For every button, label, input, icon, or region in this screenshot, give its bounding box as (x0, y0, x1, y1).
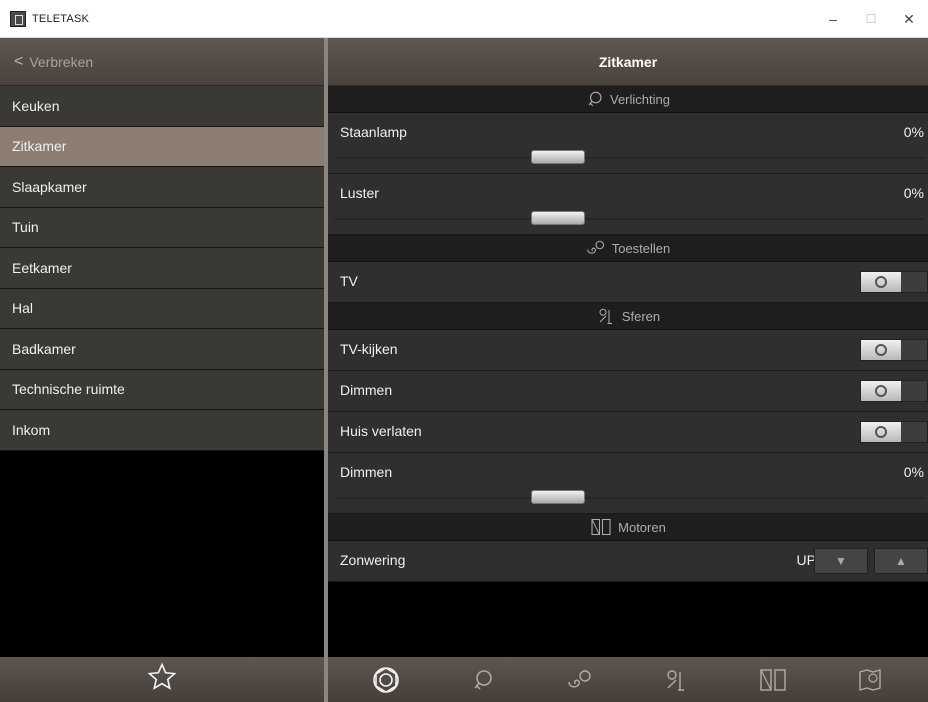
dimmer-track[interactable] (334, 218, 924, 220)
scene-icon (599, 308, 612, 325)
dimmer-value: 0% (903, 124, 924, 140)
motor-down-button[interactable]: ▼ (814, 548, 868, 574)
flower-icon[interactable] (366, 660, 406, 700)
toggle-row-huis-verlaten: Huis verlaten (328, 412, 928, 453)
door-icon (591, 518, 611, 536)
dimmer-label: Staanlamp (340, 124, 407, 140)
close-button[interactable]: ✕ (890, 0, 928, 38)
motor-row-zonwering: Zonwering UP ▼ ▲ (328, 541, 928, 582)
tv-kijken-toggle[interactable] (860, 339, 928, 361)
chevron-left-icon: < (14, 52, 24, 70)
dimmer-handle[interactable] (531, 211, 585, 225)
tv-toggle[interactable] (860, 271, 928, 293)
motor-up-button[interactable]: ▲ (874, 548, 928, 574)
room-item-eetkamer[interactable]: Eetkamer (0, 248, 324, 289)
room-item-badkamer[interactable]: Badkamer (0, 329, 324, 370)
toggle-row-tv-kijken: TV-kijken (328, 330, 928, 371)
toggle-label: TV (340, 273, 358, 289)
toggle-off-area (901, 272, 927, 292)
dimmer-track[interactable] (334, 497, 924, 499)
app-window: TELETASK – ☐ ✕ < Verbreken Keuken Zitkam… (0, 0, 928, 702)
toggle-knob (861, 340, 901, 360)
room-item-tuin[interactable]: Tuin (0, 207, 324, 248)
dimmer-row-dimmen: Dimmen 0% (328, 453, 928, 514)
toggle-off-area (901, 381, 927, 401)
dimmer-label: Luster (340, 185, 379, 201)
toggle-label: Huis verlaten (340, 423, 422, 439)
room-item-hal[interactable]: Hal (0, 288, 324, 329)
star-icon[interactable] (147, 662, 177, 697)
toggle-knob (861, 272, 901, 292)
huis-verlaten-toggle[interactable] (860, 421, 928, 443)
toggle-knob (861, 422, 901, 442)
app-logo-icon (10, 10, 26, 27)
toggle-row-dimmen: Dimmen (328, 371, 928, 412)
bulb-icon (588, 91, 602, 107)
toggle-knob (861, 381, 901, 401)
door-icon[interactable] (753, 660, 793, 700)
disconnect-button[interactable]: < Verbreken (0, 38, 324, 86)
room-title: Zitkamer (328, 38, 928, 86)
maximize-button[interactable]: ☐ (852, 0, 890, 38)
minimize-button[interactable]: – (814, 0, 852, 38)
disconnect-label: Verbreken (29, 53, 94, 70)
section-sferen: Sferen (328, 303, 928, 330)
room-item-slaapkamer[interactable]: Slaapkamer (0, 167, 324, 208)
room-item-keuken[interactable]: Keuken (0, 86, 324, 127)
plug-icon[interactable] (560, 660, 600, 700)
toggle-label: TV-kijken (340, 341, 398, 357)
dimmer-row-staanlamp: Staanlamp 0% (328, 113, 928, 174)
bulb-icon[interactable] (463, 660, 503, 700)
window-controls: – ☐ ✕ (814, 0, 928, 38)
dimmer-value: 0% (903, 185, 924, 201)
room-detail-panel: Zitkamer Verlichting Staanlamp 0% Luster… (328, 38, 928, 702)
toggle-off-area (901, 340, 927, 360)
dimmer-row-luster: Luster 0% (328, 174, 928, 235)
section-motoren: Motoren (328, 514, 928, 541)
toggle-off-area (901, 422, 927, 442)
dimmer-handle[interactable] (531, 150, 585, 164)
room-item-technische-ruimte[interactable]: Technische ruimte (0, 369, 324, 410)
toggle-label: Dimmen (340, 382, 393, 398)
room-panel: < Verbreken Keuken Zitkamer Slaapkamer T… (0, 38, 324, 702)
dimmer-label: Dimmen (340, 464, 393, 480)
favorites-bar (0, 657, 324, 702)
motor-label: Zonwering (340, 552, 406, 568)
dimmer-handle[interactable] (531, 490, 585, 504)
section-label: Toestellen (611, 240, 671, 256)
section-label: Sferen (621, 308, 661, 324)
category-bar (328, 657, 928, 702)
section-verlichting: Verlichting (328, 86, 928, 113)
room-item-zitkamer[interactable]: Zitkamer (0, 126, 324, 167)
dimmer-track[interactable] (334, 157, 924, 159)
scene-icon[interactable] (656, 660, 696, 700)
window-title: TELETASK (32, 12, 90, 25)
dimmen-toggle[interactable] (860, 380, 928, 402)
section-toestellen: Toestellen (328, 235, 928, 262)
room-item-inkom[interactable]: Inkom (0, 410, 324, 451)
dimmer-value: 0% (903, 464, 924, 480)
map-icon[interactable] (850, 660, 890, 700)
plug-icon (586, 240, 604, 254)
section-label: Motoren (618, 519, 666, 535)
section-label: Verlichting (610, 91, 670, 107)
title-bar: TELETASK – ☐ ✕ (0, 0, 928, 38)
toggle-row-tv: TV (328, 262, 928, 303)
